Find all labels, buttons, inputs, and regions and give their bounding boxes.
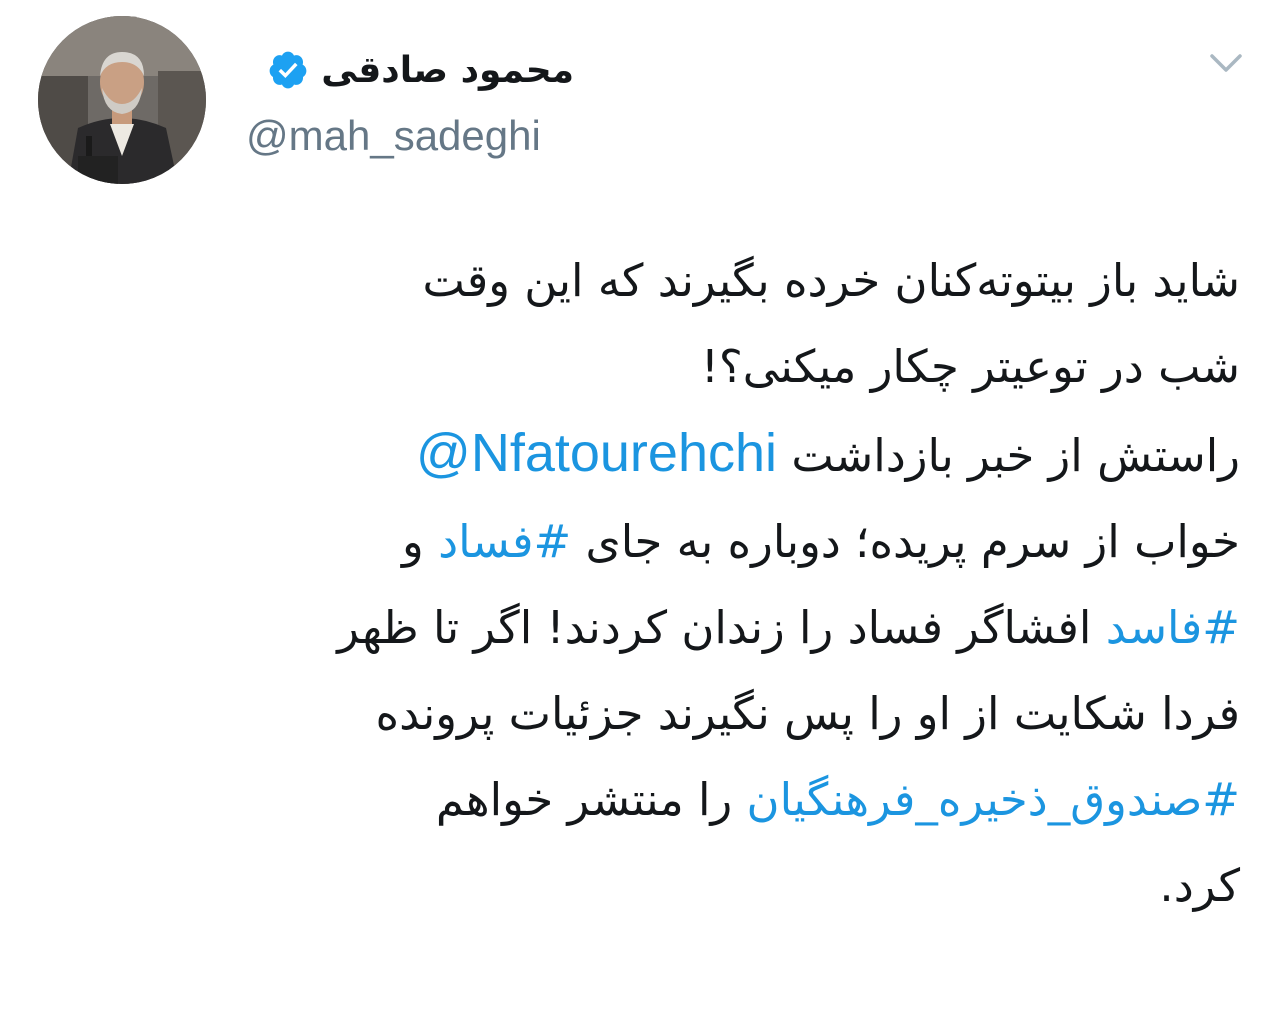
tweet-line: #صندوق_ذخیره_فرهنگیان را منتشر خواهم — [60, 757, 1240, 843]
tweet-line: کرد. — [1159, 859, 1240, 912]
tweet-line: شاید باز بیتوته‌کنان خرده بگیرند که این … — [422, 254, 1240, 307]
tweet-line: راستش از خبر بازداشت @Nfatourehchi — [60, 410, 1240, 499]
profile-photo-icon — [38, 16, 206, 184]
tweet-line: #فاسد افشاگر فساد را زندان کردند! اگر تا… — [60, 585, 1240, 671]
tweet-line: خواب از سرم پریده؛ دوباره به جای #فساد و — [60, 499, 1240, 585]
author-name-row[interactable]: محمود صادقی — [267, 44, 574, 96]
tweet-text: شاید باز بیتوته‌کنان خرده بگیرند که این … — [60, 238, 1240, 929]
author-handle[interactable]: @mah_sadeghi — [246, 112, 541, 160]
tweet-line-text: را منتشر خواهم — [435, 773, 733, 826]
tweet-line-text: افشاگر فساد را زندان کردند! اگر تا ظهر — [337, 601, 1092, 654]
chevron-down-icon[interactable] — [1208, 48, 1244, 78]
author-display-name[interactable]: محمود صادقی — [321, 50, 574, 91]
tweet-line-text: و — [402, 515, 424, 568]
tweet-line: فردا شکایت از او را پس نگیرند جزئیات پرو… — [375, 687, 1240, 740]
hashtag-link[interactable]: #فساد — [438, 515, 571, 568]
hashtag-link[interactable]: #صندوق_ذخیره_فرهنگیان — [747, 773, 1240, 826]
mention-link[interactable]: @Nfatourehchi — [416, 423, 777, 483]
tweet-line: شب در توعیتر چکار میکنی؟! — [700, 340, 1240, 393]
avatar[interactable] — [38, 16, 206, 184]
verified-badge-icon — [267, 49, 309, 91]
hashtag-link[interactable]: #فاسد — [1106, 601, 1240, 654]
tweet-line-text: خواب از سرم پریده؛ دوباره به جای — [585, 515, 1240, 568]
tweet-line-text: راستش از خبر بازداشت — [791, 429, 1240, 482]
tweet-card: محمود صادقی @mah_sadeghi شاید باز بیتوته… — [0, 0, 1280, 1017]
